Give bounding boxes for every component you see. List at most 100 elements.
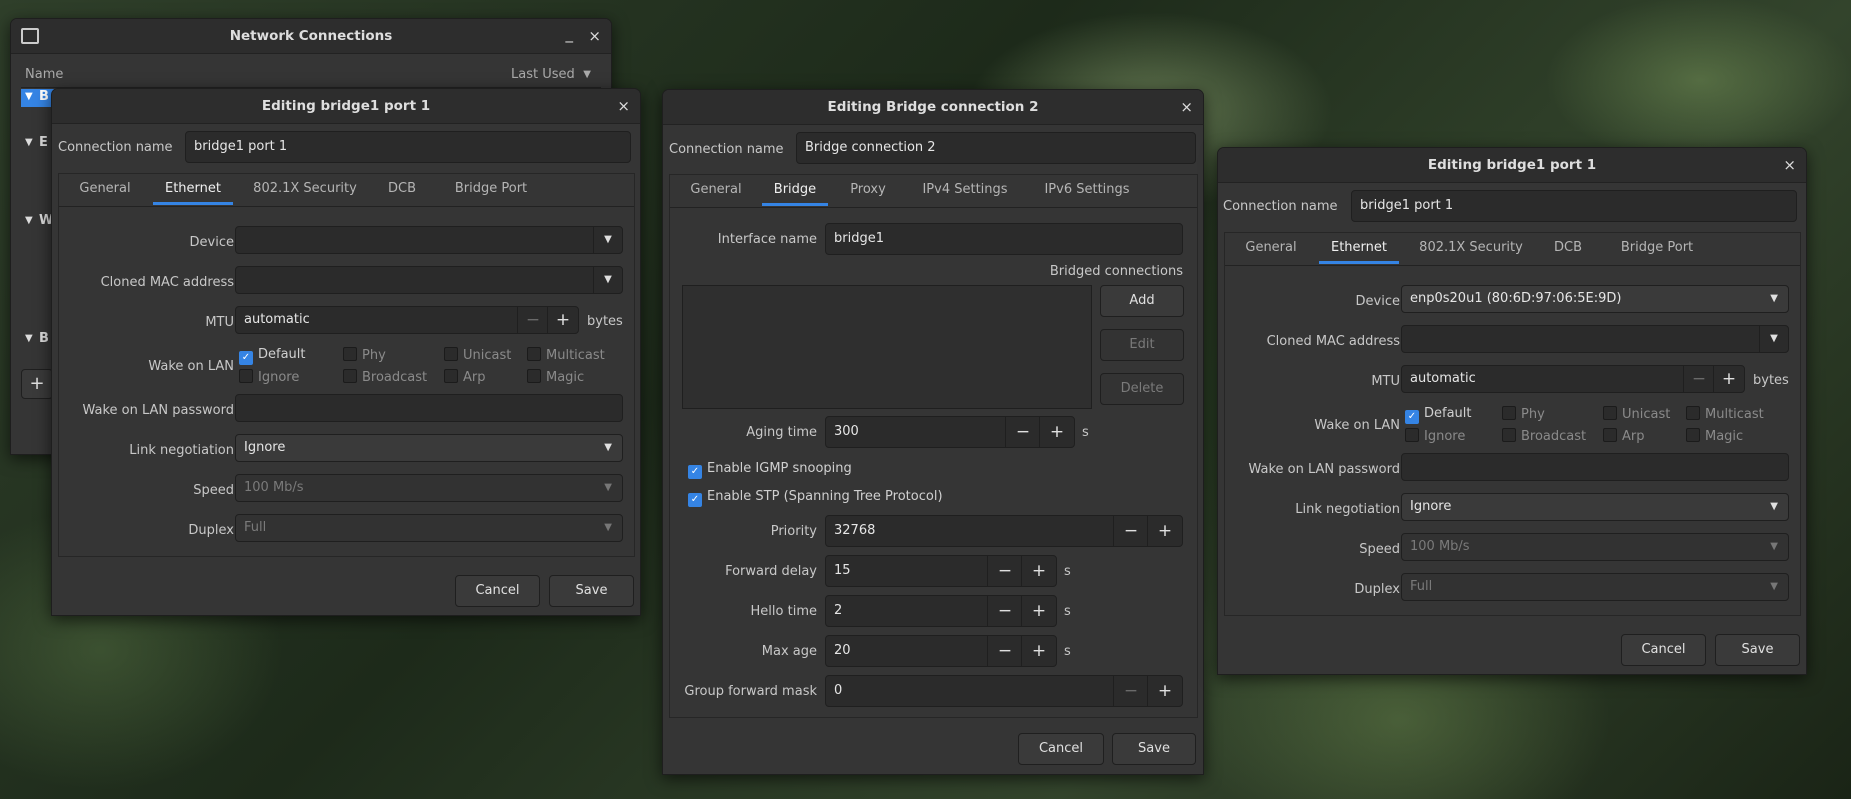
save-button[interactable]: Save [1715, 634, 1800, 666]
wol-password-field[interactable] [1401, 453, 1789, 481]
column-name-header[interactable]: Name [25, 67, 63, 82]
window-title: Editing bridge1 port 1 [261, 98, 431, 114]
interface-name-field[interactable]: bridge1 [825, 223, 1183, 255]
wol-broadcast-checkbox[interactable]: Broadcast [1502, 428, 1586, 444]
plus-icon[interactable]: + [547, 307, 578, 333]
cloned-mac-combo[interactable]: ▼ [235, 266, 623, 294]
tab-8021x-security[interactable]: 802.1X Security [1411, 233, 1531, 263]
add-button[interactable]: Add [1100, 285, 1184, 317]
titlebar[interactable]: Editing Bridge connection 2 × [663, 90, 1203, 125]
duplex-dropdown[interactable]: Full ▼ [235, 514, 623, 542]
tab-proxy[interactable]: Proxy [838, 175, 898, 205]
plus-icon[interactable]: + [1147, 676, 1182, 706]
link-negotiation-dropdown[interactable]: Ignore ▼ [1401, 493, 1789, 521]
speed-dropdown[interactable]: 100 Mb/s ▼ [235, 474, 623, 502]
plus-icon[interactable]: + [1039, 417, 1074, 447]
edit-button[interactable]: Edit [1100, 329, 1184, 361]
tab-general[interactable]: General [65, 174, 145, 204]
minus-icon[interactable]: − [1113, 516, 1148, 546]
minus-icon[interactable]: − [1683, 366, 1714, 392]
wol-default-checkbox[interactable]: ✓ Default [239, 347, 306, 365]
cancel-button[interactable]: Cancel [1621, 634, 1706, 666]
tab-dcb[interactable]: DCB [1543, 233, 1593, 263]
wol-magic-checkbox[interactable]: Magic [1686, 428, 1743, 444]
minus-icon[interactable]: − [987, 636, 1022, 666]
titlebar[interactable]: Editing bridge1 port 1 × [52, 89, 640, 124]
minus-icon[interactable]: − [517, 307, 548, 333]
max-age-spinbutton[interactable]: 20 − + [825, 635, 1057, 667]
minus-icon[interactable]: − [1005, 417, 1040, 447]
tab-general[interactable]: General [1231, 233, 1311, 263]
bridged-connections-list[interactable] [682, 285, 1092, 409]
connection-name-field[interactable]: Bridge connection 2 [796, 132, 1196, 164]
chevron-down-icon[interactable]: ▼ [593, 267, 622, 293]
wol-phy-checkbox[interactable]: Phy [343, 347, 386, 363]
titlebar[interactable]: Editing bridge1 port 1 × [1218, 148, 1806, 183]
connection-name-field[interactable]: bridge1 port 1 [185, 131, 631, 163]
forward-delay-spinbutton[interactable]: 15 − + [825, 555, 1057, 587]
wol-multicast-checkbox[interactable]: Multicast [527, 347, 605, 363]
link-negotiation-dropdown[interactable]: Ignore ▼ [235, 434, 623, 462]
minus-icon[interactable]: − [987, 556, 1022, 586]
titlebar[interactable]: Network Connections _ × [11, 19, 611, 54]
igmp-snooping-checkbox[interactable]: ✓ Enable IGMP snooping [688, 461, 852, 479]
duplex-dropdown[interactable]: Full ▼ [1401, 573, 1789, 601]
hello-time-spinbutton[interactable]: 2 − + [825, 595, 1057, 627]
cancel-button[interactable]: Cancel [1018, 733, 1104, 765]
column-last-used-header[interactable]: Last Used [511, 67, 575, 82]
mtu-spinbutton[interactable]: automatic − + [235, 306, 579, 334]
wol-phy-checkbox[interactable]: Phy [1502, 406, 1545, 422]
tab-8021x-security[interactable]: 802.1X Security [245, 174, 365, 204]
delete-button[interactable]: Delete [1100, 373, 1184, 405]
wol-broadcast-checkbox[interactable]: Broadcast [343, 369, 427, 385]
close-icon[interactable]: × [1783, 148, 1796, 182]
plus-icon[interactable]: + [1021, 556, 1056, 586]
wol-magic-checkbox[interactable]: Magic [527, 369, 584, 385]
tab-bridge[interactable]: Bridge [762, 175, 828, 206]
connection-name-field[interactable]: bridge1 port 1 [1351, 190, 1797, 222]
group-forward-mask-spinbutton[interactable]: 0 − + [825, 675, 1183, 707]
tab-general[interactable]: General [676, 175, 756, 205]
tab-bridge-port[interactable]: Bridge Port [1607, 233, 1707, 263]
device-combo[interactable]: ▼ [235, 226, 623, 254]
plus-icon[interactable]: + [1021, 596, 1056, 626]
tab-ethernet[interactable]: Ethernet [153, 174, 233, 205]
wol-password-field[interactable] [235, 394, 623, 422]
cloned-mac-combo[interactable]: ▼ [1401, 325, 1789, 353]
wol-arp-checkbox[interactable]: Arp [1603, 428, 1645, 444]
minus-icon[interactable]: − [1113, 676, 1148, 706]
wol-unicast-checkbox[interactable]: Unicast [444, 347, 511, 363]
tab-ipv6-settings[interactable]: IPv6 Settings [1032, 175, 1142, 205]
minimize-icon[interactable]: _ [566, 19, 574, 49]
max-age-unit: s [1064, 644, 1071, 659]
tab-bridge-port[interactable]: Bridge Port [441, 174, 541, 204]
wol-multicast-checkbox[interactable]: Multicast [1686, 406, 1764, 422]
minus-icon[interactable]: − [987, 596, 1022, 626]
plus-icon[interactable]: + [1713, 366, 1744, 392]
chevron-down-icon[interactable]: ▼ [593, 227, 622, 253]
add-connection-button[interactable]: + [21, 369, 53, 399]
tab-ethernet[interactable]: Ethernet [1319, 233, 1399, 264]
save-button[interactable]: Save [1112, 733, 1196, 765]
cancel-button[interactable]: Cancel [455, 575, 540, 607]
close-icon[interactable]: × [617, 89, 630, 123]
aging-time-spinbutton[interactable]: 300 − + [825, 416, 1075, 448]
tab-dcb[interactable]: DCB [377, 174, 427, 204]
speed-dropdown[interactable]: 100 Mb/s ▼ [1401, 533, 1789, 561]
plus-icon[interactable]: + [1021, 636, 1056, 666]
wol-unicast-checkbox[interactable]: Unicast [1603, 406, 1670, 422]
wol-arp-checkbox[interactable]: Arp [444, 369, 486, 385]
close-icon[interactable]: × [1180, 90, 1193, 124]
save-button[interactable]: Save [549, 575, 634, 607]
wol-ignore-checkbox[interactable]: Ignore [239, 369, 299, 385]
close-icon[interactable]: × [588, 19, 601, 53]
plus-icon[interactable]: + [1147, 516, 1182, 546]
tab-ipv4-settings[interactable]: IPv4 Settings [910, 175, 1020, 205]
stp-checkbox[interactable]: ✓ Enable STP (Spanning Tree Protocol) [688, 489, 943, 507]
device-combo[interactable]: enp0s20u1 (80:6D:97:06:5E:9D) ▼ [1401, 285, 1789, 313]
wol-default-checkbox[interactable]: ✓ Default [1405, 406, 1472, 424]
chevron-down-icon[interactable]: ▼ [1759, 326, 1788, 352]
mtu-spinbutton[interactable]: automatic − + [1401, 365, 1745, 393]
wol-ignore-checkbox[interactable]: Ignore [1405, 428, 1465, 444]
priority-spinbutton[interactable]: 32768 − + [825, 515, 1183, 547]
